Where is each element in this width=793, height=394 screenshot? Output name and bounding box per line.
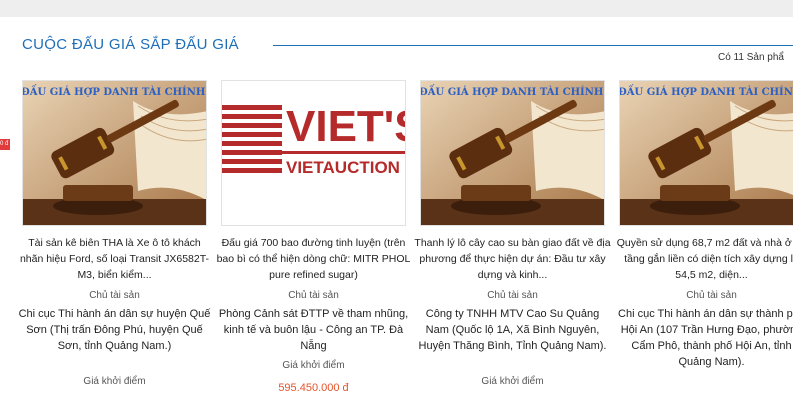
owner-label: Chủ tài sản bbox=[89, 290, 140, 301]
owner-label: Chủ tài sản bbox=[686, 290, 737, 301]
title-divider bbox=[273, 45, 793, 46]
auction-thumbnail[interactable]: ĐẤU GIÁ HỢP DANH TÀI CHÍNH bbox=[22, 80, 207, 226]
auction-title[interactable]: Tài sản kê biên THA là Xe ô tô khách nhã… bbox=[16, 235, 213, 283]
logo-wordmark: VIET'S bbox=[286, 102, 406, 151]
banner-text: ĐẤU GIÁ HỢP DANH TÀI CHÍNH bbox=[421, 85, 603, 98]
owner-name: Chi cục Thi hành án dân sự thành phố Hội… bbox=[618, 308, 793, 368]
starting-price-label: Giá khởi điểm bbox=[282, 360, 345, 371]
auction-thumbnail[interactable]: ĐẤU GIÁ HỢP DANH TÀI CHÍNH bbox=[420, 80, 605, 226]
price-badge-partial: 0 đ bbox=[0, 139, 10, 150]
product-count: Có 11 Sản phẩ bbox=[718, 52, 784, 63]
owner-name: Phòng Cảnh sát ĐTTP về tham nhũng, kinh … bbox=[218, 308, 409, 352]
auction-title[interactable]: Quyền sử dụng 68,7 m2 đất và nhà ở 03 tầ… bbox=[613, 235, 793, 283]
auction-thumbnail[interactable]: ĐẤU GIÁ HỢP DANH TÀI CHÍNH bbox=[619, 80, 793, 226]
auction-title[interactable]: Thanh lý lô cây cao su bàn giao đất về đ… bbox=[414, 235, 611, 283]
owner-label: Chủ tài sản bbox=[288, 290, 339, 301]
vietauction-logo: VIET'S VIETAUCTION bbox=[222, 81, 406, 225]
gavel-books-image: ĐẤU GIÁ HỢP DANH TÀI CHÍNH bbox=[620, 81, 793, 225]
owner-label: Chủ tài sản bbox=[487, 290, 538, 301]
gavel-books-image: ĐẤU GIÁ HỢP DANH TÀI CHÍNH bbox=[421, 81, 604, 225]
banner-text: ĐẤU GIÁ HỢP DANH TÀI CHÍNH bbox=[620, 85, 793, 98]
top-bar bbox=[0, 0, 793, 17]
starting-price-label: Giá khởi điểm bbox=[481, 376, 544, 387]
banner-text: ĐẤU GIÁ HỢP DANH TÀI CHÍNH bbox=[23, 85, 205, 98]
owner-name: Chi cục Thi hành án dân sự huyện Quế Sơn… bbox=[18, 308, 211, 352]
section-title: CUỘC ĐẤU GIÁ SẮP ĐẤU GIÁ bbox=[22, 36, 239, 53]
auction-thumbnail[interactable]: VIET'S VIETAUCTION bbox=[221, 80, 406, 226]
auction-card[interactable]: ĐẤU GIÁ HỢP DANH TÀI CHÍNH Thanh lý lô c… bbox=[414, 80, 611, 390]
starting-price: 595.450.000 đ bbox=[278, 382, 349, 394]
starting-price-label: Giá khởi điểm bbox=[83, 376, 146, 387]
auction-card[interactable]: VIET'S VIETAUCTION Đấu giá 700 bao đường… bbox=[217, 80, 410, 394]
auction-title[interactable]: Đấu giá 700 bao đường tinh luyện (trên b… bbox=[215, 235, 412, 283]
auction-card[interactable]: ĐẤU GIÁ HỢP DANH TÀI CHÍNH Tài sản kê bi… bbox=[19, 80, 210, 390]
gavel-books-image: ĐẤU GIÁ HỢP DANH TÀI CHÍNH bbox=[23, 81, 206, 225]
logo-subtext: VIETAUCTION bbox=[286, 158, 400, 177]
owner-name: Công ty TNHH MTV Cao Su Quảng Nam (Quốc … bbox=[418, 308, 607, 352]
auction-card[interactable]: ĐẤU GIÁ HỢP DANH TÀI CHÍNH Quyền sử dụng… bbox=[617, 80, 793, 390]
